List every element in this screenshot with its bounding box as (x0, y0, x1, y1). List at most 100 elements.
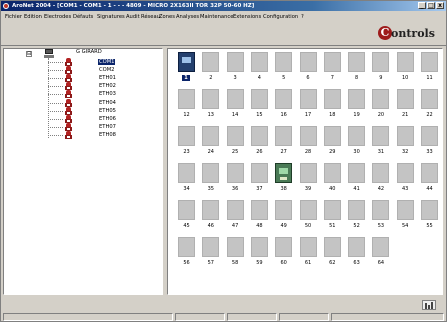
menu-analyses[interactable]: Analyses (176, 12, 199, 22)
empty-slot-card[interactable] (202, 200, 220, 220)
empty-slot-card[interactable] (226, 89, 244, 109)
empty-slot-card[interactable] (421, 126, 438, 146)
menu-configuration[interactable]: Configuration (263, 12, 298, 22)
slot-11[interactable]: 11 (421, 52, 439, 82)
tree-item-eth07[interactable]: ETH07 (48, 122, 116, 131)
empty-slot-card[interactable] (275, 52, 293, 72)
menu-reseau[interactable]: Réseau (141, 12, 160, 22)
menu-signatures[interactable]: Signatures (97, 12, 125, 22)
tree-root-label[interactable]: G GIRARD (76, 49, 102, 55)
slot-7[interactable]: 7 (323, 52, 342, 82)
empty-slot-card[interactable] (396, 52, 414, 72)
empty-slot-card[interactable] (250, 200, 268, 220)
empty-slot-card[interactable] (323, 52, 341, 72)
slot-51[interactable]: 51 (323, 200, 342, 230)
slot-6[interactable]: 6 (299, 52, 318, 82)
menu-fichier[interactable]: Fichier (5, 12, 22, 22)
tree-expander-icon[interactable]: ⊟ (26, 51, 32, 57)
empty-slot-card[interactable] (323, 237, 341, 257)
menu-help[interactable]: ? (301, 12, 304, 22)
empty-slot-card[interactable] (250, 89, 268, 109)
empty-slot-card[interactable] (348, 237, 366, 257)
slot-18[interactable]: 18 (323, 89, 342, 119)
empty-slot-card[interactable] (421, 89, 438, 109)
slot-1[interactable]: 1 (178, 52, 196, 82)
empty-slot-card[interactable] (202, 126, 220, 146)
slot-16[interactable]: 16 (275, 89, 293, 119)
empty-slot-card[interactable] (299, 89, 317, 109)
empty-slot-card[interactable] (372, 52, 390, 72)
tree-item-eth06[interactable]: ETH06 (48, 114, 116, 123)
empty-slot-card[interactable] (323, 163, 341, 183)
slot-28[interactable]: 28 (299, 126, 318, 156)
empty-slot-card[interactable] (178, 126, 195, 146)
empty-slot-card[interactable] (396, 89, 414, 109)
slot-22[interactable]: 22 (421, 89, 439, 119)
slot-42[interactable]: 42 (372, 163, 390, 193)
slot-40[interactable]: 40 (323, 163, 342, 193)
slot-39[interactable]: 39 (299, 163, 318, 193)
slot-23[interactable]: 23 (178, 126, 196, 156)
slot-24[interactable]: 24 (202, 126, 220, 156)
menu-electrodes[interactable]: Electrodes (44, 12, 71, 22)
device-card[interactable] (178, 52, 195, 72)
empty-slot-card[interactable] (178, 237, 195, 257)
slot-21[interactable]: 21 (396, 89, 415, 119)
slot-50[interactable]: 50 (299, 200, 318, 230)
empty-slot-card[interactable] (299, 237, 317, 257)
tree-item-eth08[interactable]: ETH08 (48, 130, 116, 139)
empty-slot-card[interactable] (348, 52, 366, 72)
tree-item-com2[interactable]: COM2 (48, 66, 114, 75)
minimize-button[interactable]: _ (418, 2, 426, 9)
empty-slot-card[interactable] (178, 200, 195, 220)
slot-31[interactable]: 31 (372, 126, 390, 156)
slot-33[interactable]: 33 (421, 126, 439, 156)
slot-62[interactable]: 62 (323, 237, 342, 267)
slot-41[interactable]: 41 (348, 163, 366, 193)
empty-slot-card[interactable] (348, 200, 366, 220)
slot-63[interactable]: 63 (348, 237, 366, 267)
tree-item-eth02[interactable]: ETH02 (48, 82, 116, 91)
menu-maintenance[interactable]: Maintenance (200, 12, 233, 22)
slot-53[interactable]: 53 (372, 200, 390, 230)
slot-2[interactable]: 2 (202, 52, 220, 82)
empty-slot-card[interactable] (202, 237, 220, 257)
empty-slot-card[interactable] (348, 89, 366, 109)
empty-slot-card[interactable] (396, 163, 414, 183)
tree-item-com1[interactable]: COM1 (48, 58, 116, 66)
empty-slot-card[interactable] (202, 89, 220, 109)
slot-26[interactable]: 26 (250, 126, 269, 156)
empty-slot-card[interactable] (202, 52, 220, 72)
slot-15[interactable]: 15 (250, 89, 269, 119)
empty-slot-card[interactable] (226, 126, 244, 146)
slot-54[interactable]: 54 (396, 200, 415, 230)
slot-59[interactable]: 59 (250, 237, 269, 267)
empty-slot-card[interactable] (299, 200, 317, 220)
empty-slot-card[interactable] (250, 52, 268, 72)
empty-slot-card[interactable] (202, 163, 220, 183)
slot-9[interactable]: 9 (372, 52, 390, 82)
slot-19[interactable]: 19 (348, 89, 366, 119)
empty-slot-card[interactable] (372, 126, 390, 146)
slot-58[interactable]: 58 (226, 237, 245, 267)
slot-44[interactable]: 44 (421, 163, 439, 193)
slot-55[interactable]: 55 (421, 200, 439, 230)
empty-slot-card[interactable] (348, 163, 366, 183)
empty-slot-card[interactable] (299, 163, 317, 183)
empty-slot-card[interactable] (323, 89, 341, 109)
slot-52[interactable]: 52 (348, 200, 366, 230)
close-button[interactable]: x (436, 2, 444, 9)
slot-10[interactable]: 10 (396, 52, 415, 82)
empty-slot-card[interactable] (250, 237, 268, 257)
slot-27[interactable]: 27 (275, 126, 293, 156)
empty-slot-card[interactable] (275, 89, 293, 109)
slot-43[interactable]: 43 (396, 163, 415, 193)
slot-57[interactable]: 57 (202, 237, 220, 267)
empty-slot-card[interactable] (421, 200, 438, 220)
app-icon[interactable] (3, 3, 9, 9)
slot-29[interactable]: 29 (323, 126, 342, 156)
slot-20[interactable]: 20 (372, 89, 390, 119)
empty-slot-card[interactable] (348, 126, 366, 146)
slot-5[interactable]: 5 (275, 52, 293, 82)
slot-34[interactable]: 34 (178, 163, 196, 193)
